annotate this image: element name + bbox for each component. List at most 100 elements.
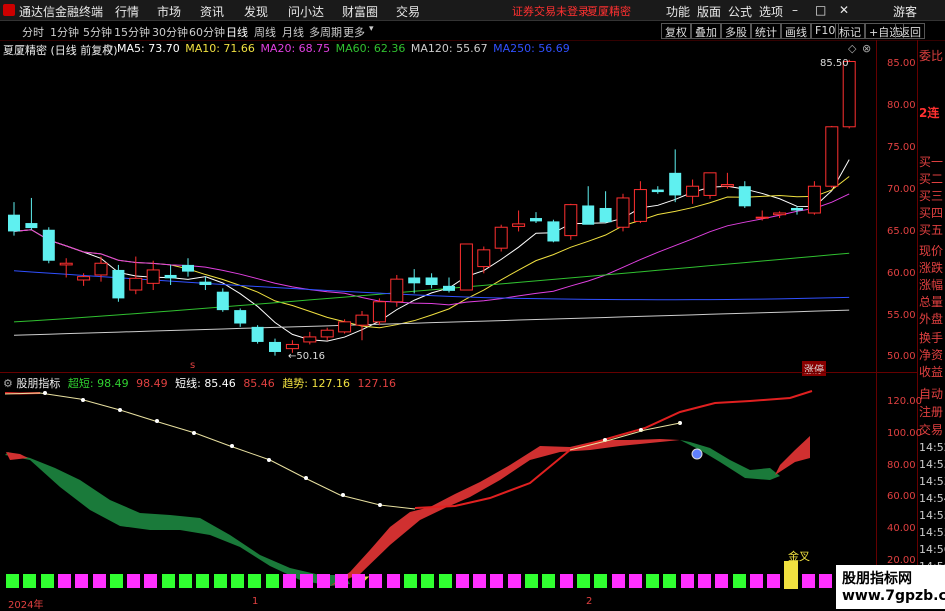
- signal-square: [92, 574, 106, 588]
- period-fenshi[interactable]: 分时: [22, 24, 44, 40]
- btn-diejia[interactable]: 叠加: [691, 23, 721, 39]
- maximize-icon[interactable]: □: [815, 3, 826, 17]
- signal-square: [559, 574, 573, 588]
- menu-item-shichang[interactable]: 市场: [157, 3, 181, 20]
- short-line-dot: [341, 493, 345, 497]
- candle-body: [494, 226, 508, 249]
- btn-huaxian[interactable]: 画线: [781, 23, 811, 39]
- side-xianjia: 现价: [919, 244, 944, 258]
- y-tick: 65.00: [887, 226, 916, 237]
- btn-back[interactable]: 返回: [895, 23, 925, 39]
- candle-body: [477, 249, 491, 268]
- side-zidong[interactable]: 自动: [919, 385, 943, 402]
- short-line-dot: [155, 419, 159, 423]
- menu-item-faxian[interactable]: 发现: [244, 3, 268, 20]
- signal-square: [6, 574, 19, 588]
- period-daily[interactable]: 日线: [226, 24, 248, 40]
- restore-icon[interactable]: ⊗: [862, 42, 871, 55]
- settings-gear-icon[interactable]: ⚙: [103, 42, 113, 55]
- period-multi[interactable]: 多周期: [309, 24, 342, 40]
- side-waipan: 外盘: [919, 312, 944, 326]
- period-1min[interactable]: 1分钟: [50, 24, 79, 40]
- app-title: 通达信金融终端: [19, 5, 104, 19]
- candlestick-chart[interactable]: [0, 56, 876, 372]
- btn-fuquan[interactable]: 复权: [661, 23, 691, 39]
- side-time: 14:56: [919, 543, 945, 556]
- login-status[interactable]: 证券交易未登录: [512, 3, 589, 19]
- guest-label[interactable]: 游客: [893, 3, 917, 20]
- candle-body: [182, 264, 194, 272]
- signal-square: [576, 574, 590, 588]
- period-60min[interactable]: 60分钟: [189, 24, 225, 40]
- low-price-label: ←50.16: [288, 351, 326, 362]
- candle-body: [755, 216, 769, 219]
- period-5min[interactable]: 5分钟: [83, 24, 112, 40]
- side-time: 14:54: [919, 492, 945, 505]
- period-30min[interactable]: 30分钟: [152, 24, 188, 40]
- candle-body: [425, 277, 438, 286]
- btn-duogu[interactable]: 多股: [721, 23, 751, 39]
- side-zongliang: 总量: [919, 295, 944, 309]
- menu-item-zixun[interactable]: 资讯: [200, 3, 224, 20]
- period-monthly[interactable]: 月线: [282, 24, 304, 40]
- jincha-bar: [784, 561, 798, 589]
- app-logo-icon: [3, 4, 15, 16]
- watermark-line1: 股朋指标网: [842, 571, 912, 587]
- minimize-icon[interactable]: –: [792, 3, 798, 17]
- candle-body: [791, 207, 803, 211]
- diamond-icon[interactable]: ◇: [848, 42, 856, 55]
- menu-item-gongshi[interactable]: 公式: [728, 3, 752, 20]
- signal-square: [127, 574, 141, 588]
- side-buy1: 买一: [919, 155, 944, 169]
- short-line-right: [569, 422, 681, 451]
- period-more[interactable]: 更多: [343, 24, 365, 40]
- menu-item-jiaoyi[interactable]: 交易: [396, 3, 420, 20]
- btn-biaoji[interactable]: 标记: [835, 23, 865, 39]
- menu-item-banmian[interactable]: 版面: [697, 3, 721, 20]
- short-line-dot: [43, 391, 47, 395]
- ma10-label: MA10: 71.66: [185, 42, 255, 55]
- axis-divider: [876, 40, 877, 595]
- watermark: 股朋指标网 www.7gpzb.com: [836, 565, 945, 609]
- candle-body: [633, 189, 647, 222]
- candle-body: [251, 326, 264, 342]
- close-icon[interactable]: ✕: [839, 3, 849, 17]
- side-jiaoyi[interactable]: 交易: [919, 421, 943, 438]
- menu-item-xuanxiang[interactable]: 选项: [759, 3, 783, 20]
- indicator-chart[interactable]: [0, 388, 876, 595]
- signal-square: [611, 574, 625, 588]
- menu-item-gongneng[interactable]: 功能: [666, 3, 690, 20]
- candle-body: [825, 126, 839, 187]
- signal-square: [473, 574, 487, 588]
- period-weekly[interactable]: 周线: [254, 24, 276, 40]
- candle-body: [269, 341, 281, 352]
- candle-body: [355, 314, 369, 326]
- side-divider: [917, 40, 918, 595]
- side-buy5: 买五: [919, 223, 944, 237]
- y-tick: 50.00: [887, 351, 916, 362]
- x-label-month-2: 2: [586, 596, 593, 607]
- ma20-label: MA20: 68.75: [260, 42, 331, 55]
- candle-body: [616, 197, 630, 228]
- btn-tongji[interactable]: 统计: [751, 23, 781, 39]
- side-zhuce[interactable]: 注册: [919, 403, 943, 420]
- menu-item-wenxiaoda[interactable]: 问小达: [288, 3, 324, 20]
- short-line-dot: [118, 408, 122, 412]
- moving-average-lines: [13, 159, 850, 342]
- top-stock-name: 夏厦精密: [587, 5, 631, 18]
- signal-square: [230, 574, 244, 588]
- candle-body: [303, 336, 317, 343]
- menu-bar: 通达信金融终端 行情 市场 资讯 发现 问小达 财富圈 交易 证券交易未登录 夏…: [0, 0, 945, 21]
- menu-item-caifuquan[interactable]: 财富圈: [342, 3, 378, 20]
- ribbon-green-right: [680, 440, 780, 480]
- ma250-label: MA250: 56.69: [493, 42, 570, 55]
- signal-square: [386, 574, 400, 588]
- ribbon-red-right: [775, 436, 810, 475]
- menu-item-hangqing[interactable]: 行情: [115, 3, 139, 20]
- signal-square: [749, 574, 763, 588]
- candle-body: [129, 277, 143, 291]
- more-chevron-icon[interactable]: ▾: [369, 24, 374, 34]
- period-15min[interactable]: 15分钟: [114, 24, 150, 40]
- signal-square: [40, 574, 54, 588]
- side-time: 14:55: [919, 526, 945, 539]
